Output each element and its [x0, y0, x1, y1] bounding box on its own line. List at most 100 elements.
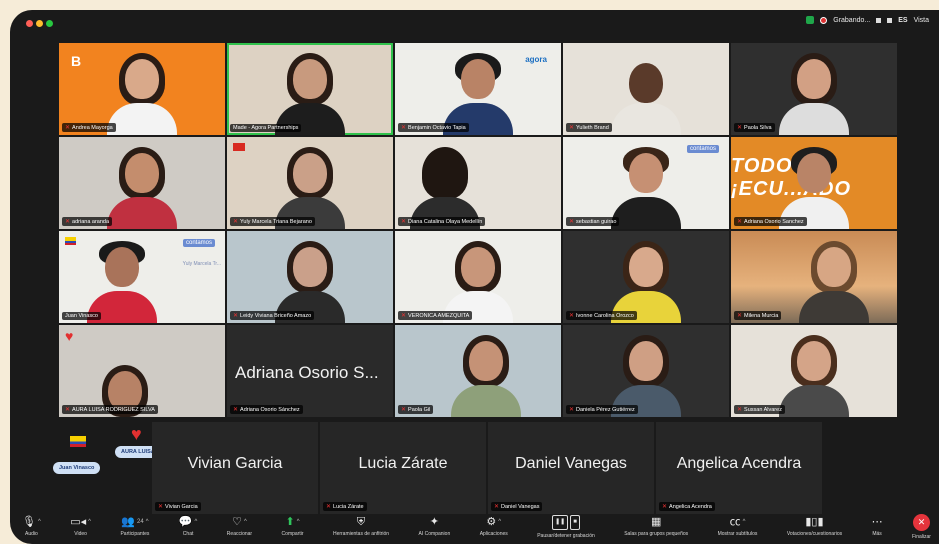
ai-companion-button[interactable]: ✦ AI Companion: [419, 516, 451, 538]
muted-mic-icon: ✕: [494, 504, 500, 510]
strip-tile[interactable]: Lucia Zárate ✕ Lucia Zárate: [320, 422, 486, 514]
muted-mic-icon: ✕: [737, 407, 743, 413]
video-tile[interactable]: contamos Yuly Marcela Tr... Juan Vinasco: [59, 231, 225, 323]
video-tile[interactable]: ✕ Ivonne Carolina Orozco: [563, 231, 729, 323]
video-tile[interactable]: ✕ Milena Murcia: [731, 231, 897, 323]
chevron-up-icon[interactable]: ^: [244, 517, 247, 528]
video-tile[interactable]: ✕ adriana aranda: [59, 137, 225, 229]
video-tile[interactable]: ✕ Diana Catalina Olaya Medellín: [395, 137, 561, 229]
chevron-up-icon[interactable]: ^: [146, 517, 149, 528]
brand-logo: B: [71, 53, 82, 69]
reaction-flag-icon: [233, 143, 245, 151]
breakout-icon: ▦: [650, 516, 662, 528]
video-tile[interactable]: ✕ Yuly Marcela Triana Bejarano: [227, 137, 393, 229]
shield-icon: ⛨: [356, 516, 366, 528]
participant-name-tag: ✕ Yulieth Brand: [566, 123, 612, 132]
participant-name-tag: Made - Agora Partnerships: [230, 124, 302, 132]
video-button[interactable]: ▭◂ ^ Video: [70, 517, 91, 538]
brand-logo: agora: [525, 55, 547, 64]
pause-stop-recording-button[interactable]: ❚❚ ■ Pausar/detener grabación: [537, 515, 595, 539]
stop-recording-icon[interactable]: [887, 17, 893, 23]
close-window-button[interactable]: [26, 20, 33, 27]
participant-name-tag: ✕ Andrea Mayorga: [62, 123, 116, 132]
more-button[interactable]: ⋯ Más: [872, 517, 883, 538]
muted-mic-icon: ✕: [233, 313, 239, 319]
video-tile[interactable]: ✕ Leidy Viviana Briceño Amazo: [227, 231, 393, 323]
record-controls-icon: ❚❚ ■: [552, 515, 580, 530]
video-tile[interactable]: ✕ Daniela Pérez Gutiérrez: [563, 325, 729, 417]
strip-tile[interactable]: Vivian Garcia ✕ Vivian Garcia: [152, 422, 318, 514]
video-tile[interactable]: ♥ ✕ AURA LUISA RODRIGUEZ SILVA: [59, 325, 225, 417]
meeting-toolbar: 🎙 ^ Audio ▭◂ ^ Video 👥 24 ^ Participantes 💬 ^…: [10, 510, 939, 544]
participant-display-name: Adriana Osorio S...: [235, 363, 379, 382]
video-tile[interactable]: contamos ✕ sebastian guirao: [563, 137, 729, 229]
video-tile[interactable]: ✕ Paola Gil: [395, 325, 561, 417]
video-tile[interactable]: ✕ Yulieth Brand: [563, 43, 729, 135]
heart-reaction-icon: ♥: [131, 424, 142, 444]
participant-video: [87, 241, 158, 323]
chevron-up-icon[interactable]: ^: [195, 517, 198, 528]
minimize-window-button[interactable]: [36, 20, 43, 27]
participant-video: [779, 53, 849, 135]
heart-reaction-icon: ♥: [65, 328, 74, 344]
maximize-window-button[interactable]: [46, 20, 53, 27]
participant-video: [611, 147, 681, 229]
video-tile[interactable]: B ✕ Andrea Mayorga: [59, 43, 225, 135]
video-tile[interactable]: ✕ Sussan Alvarez: [731, 325, 897, 417]
view-button[interactable]: Vista: [914, 17, 929, 24]
video-tile[interactable]: ✕ VERONICA AMEZQUITA: [395, 231, 561, 323]
cc-icon: ㏄: [729, 516, 741, 528]
video-tile[interactable]: ✕ Paola Silva: [731, 43, 897, 135]
participant-name-tag: ✕ sebastian guirao: [566, 217, 620, 226]
react-button[interactable]: ♡ ^ Reaccionar: [227, 517, 252, 538]
muted-mic-icon: ✕: [569, 313, 575, 319]
participant-name-tag: ✕ Paola Gil: [398, 405, 434, 414]
brand-logo: contamos: [686, 145, 719, 153]
strip-display-name: Vivian Garcia: [187, 455, 283, 472]
muted-mic-icon: ✕: [569, 125, 575, 131]
strip-tile[interactable]: Angelica Acendra ✕ Angelica Acendra: [656, 422, 822, 514]
video-tile[interactable]: agora ✕ Benjamin Octavio Tapia: [395, 43, 561, 135]
video-tile[interactable]: TODO ¡ECU...ADO ✕ Adriana Osorio Sanchez: [731, 137, 897, 229]
security-shield-icon[interactable]: [806, 16, 815, 24]
chevron-up-icon[interactable]: ^: [88, 517, 91, 528]
muted-mic-icon: ✕: [569, 219, 575, 225]
participant-name-tag: ✕ Milena Murcia: [734, 311, 782, 320]
participant-name-tag: Juan Vinasco: [62, 312, 101, 320]
polls-button[interactable]: ▮▯▮ Votaciones/cuestionarios: [787, 517, 842, 538]
recording-status-area: Grabando... ES Vista: [806, 16, 929, 24]
video-tile-active-speaker[interactable]: Made - Agora Partnerships: [227, 43, 393, 135]
muted-mic-icon: ✕: [233, 219, 239, 225]
participant-name-tag: ✕ adriana aranda: [62, 217, 113, 226]
chevron-up-icon[interactable]: ^: [38, 517, 41, 528]
chevron-up-icon[interactable]: ^: [498, 517, 501, 528]
strip-tile[interactable]: Daniel Vanegas ✕ Daniel Vanegas: [488, 422, 654, 514]
muted-mic-icon: ✕: [326, 504, 332, 510]
sparkle-icon: ✦: [429, 516, 439, 528]
juan-vinasco-pill[interactable]: Juan Vinasco: [53, 462, 101, 474]
apps-button[interactable]: ⚙ ^ Aplicaciones: [480, 517, 508, 538]
muted-mic-icon: ✕: [65, 125, 71, 131]
video-tile-camera-off[interactable]: Adriana Osorio S... ✕ Adriana Osorio Sánc…: [227, 325, 393, 417]
chevron-up-icon[interactable]: ^: [297, 517, 300, 528]
muted-mic-icon: ✕: [662, 504, 668, 510]
muted-mic-icon: ✕: [65, 219, 71, 225]
language-indicator[interactable]: ES: [898, 17, 907, 24]
chevron-up-icon[interactable]: ^: [743, 517, 746, 528]
muted-mic-icon: ✕: [401, 219, 407, 225]
captions-button[interactable]: ㏄ ^ Mostrar subtítulos: [718, 516, 758, 538]
participant-video: [779, 335, 849, 417]
end-meeting-button[interactable]: ✕ Finalizar: [912, 514, 931, 540]
participants-icon: 👥: [121, 516, 135, 528]
audio-button[interactable]: 🎙 ^ Audio: [22, 517, 41, 538]
participants-button[interactable]: 👥 24 ^ Participantes: [120, 516, 149, 538]
pause-recording-icon[interactable]: [876, 17, 882, 23]
participant-name-tag: ✕ Adriana Osorio Sánchez: [230, 405, 303, 414]
chat-button[interactable]: 💬 ^ Chat: [179, 517, 198, 538]
strip-display-name: Lucia Zárate: [358, 455, 448, 472]
share-button[interactable]: ⬆ ^ Compartir: [282, 517, 304, 538]
strip-display-name: Angelica Acendra: [676, 455, 802, 472]
muted-mic-icon: ✕: [401, 313, 407, 319]
breakout-rooms-button[interactable]: ▦ Salas para grupos pequeños: [624, 516, 688, 538]
host-tools-button[interactable]: ⛨ Herramientas de anfitrión: [333, 516, 389, 538]
